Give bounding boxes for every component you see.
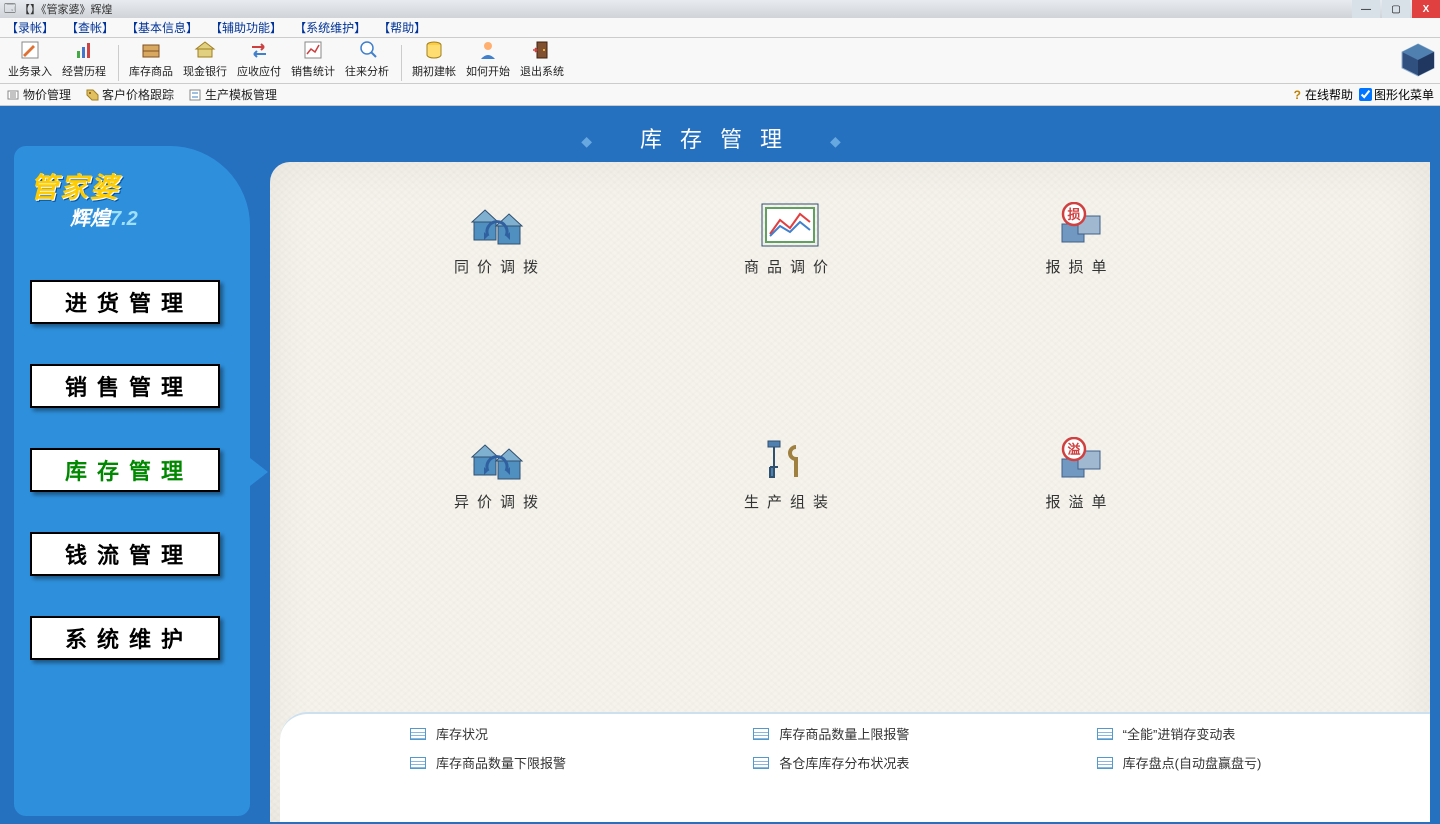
- table-icon: [1097, 728, 1113, 740]
- module-price-1[interactable]: 商品调价: [720, 202, 860, 277]
- menu-bar: 【录帐】【查帐】【基本信息】【辅助功能】【系统维护】【帮助】: [0, 18, 1440, 38]
- surplus-icon: [1049, 437, 1111, 483]
- doc-icon: [6, 88, 20, 102]
- nav-2[interactable]: 库存管理: [30, 448, 220, 492]
- table-icon: [410, 757, 426, 769]
- toolbar-exit[interactable]: 退出系统: [516, 37, 568, 81]
- nav-1[interactable]: 销售管理: [30, 364, 220, 408]
- table-icon: [753, 757, 769, 769]
- chart-icon: [302, 39, 324, 61]
- toolbar-bars[interactable]: 经营历程: [58, 37, 110, 81]
- logo-main: 管家婆: [30, 166, 240, 206]
- report-link-0[interactable]: 库存状况: [410, 724, 713, 743]
- menu-item-0[interactable]: 【录帐】: [6, 19, 54, 36]
- app-cube-icon: [1400, 42, 1436, 78]
- nav-0[interactable]: 进货管理: [30, 280, 220, 324]
- graphic-menu-toggle[interactable]: 图形化菜单: [1359, 86, 1434, 103]
- analysis-icon: [356, 39, 378, 61]
- nav-4[interactable]: 系统维护: [30, 616, 220, 660]
- toolbar-person[interactable]: 如何开始: [462, 37, 514, 81]
- window-title: 【】《管家婆》辉煌: [19, 1, 113, 17]
- report-link-1[interactable]: 库存商品数量上限报警: [753, 724, 1056, 743]
- toolbar-analysis[interactable]: 往来分析: [341, 37, 393, 81]
- toolbar-separator: [118, 45, 119, 81]
- toolbar-bank[interactable]: 现金银行: [179, 37, 231, 81]
- warehouse-icon: [469, 437, 531, 483]
- report-link-4[interactable]: 各仓库库存分布状况表: [753, 753, 1056, 772]
- sec-toolbar-0[interactable]: 物价管理: [6, 86, 71, 103]
- window-titlebar: 🗔 【】《管家婆》辉煌 — ▢ X: [0, 0, 1440, 18]
- menu-item-3[interactable]: 【辅助功能】: [210, 19, 282, 36]
- secondary-toolbar: 物价管理客户价格跟踪生产模板管理 ? 在线帮助 图形化菜单: [0, 84, 1440, 106]
- report-link-5[interactable]: 库存盘点(自动盘赢盘亏): [1097, 753, 1400, 772]
- bars-icon: [73, 39, 95, 61]
- table-icon: [410, 728, 426, 740]
- toolbar-account[interactable]: 期初建帐: [408, 37, 460, 81]
- table-icon: [753, 728, 769, 740]
- module-damage-2[interactable]: 报损单: [1010, 202, 1150, 277]
- menu-item-1[interactable]: 【查帐】: [66, 19, 114, 36]
- menu-item-4[interactable]: 【系统维护】: [294, 19, 366, 36]
- menu-item-5[interactable]: 【帮助】: [378, 19, 426, 36]
- menu-item-2[interactable]: 【基本信息】: [126, 19, 198, 36]
- main-panel: 同价调拨 商品调价 报损单异价调拨 生产组装 报溢单 库存状况 库存商品数量上限报警 “全能…: [270, 162, 1430, 822]
- sec-toolbar-1[interactable]: 客户价格跟踪: [85, 86, 174, 103]
- logo-sub: 辉煌7.2: [70, 202, 240, 231]
- graphic-menu-checkbox[interactable]: [1359, 88, 1372, 101]
- warehouse-icon: [469, 202, 531, 248]
- sidebar: 管家婆 辉煌7.2 进货管理销售管理库存管理钱流管理系统维护: [14, 146, 250, 816]
- table-icon: [1097, 757, 1113, 769]
- damage-icon: [1049, 202, 1111, 248]
- app-icon: 🗔: [4, 0, 19, 19]
- report-link-3[interactable]: 库存商品数量下限报警: [410, 753, 713, 772]
- report-link-2[interactable]: “全能”进销存变动表: [1097, 724, 1400, 743]
- module-tools-4[interactable]: 生产组装: [720, 437, 860, 512]
- logo: 管家婆 辉煌7.2: [14, 146, 250, 266]
- box-icon: [140, 39, 162, 61]
- template-icon: [188, 88, 202, 102]
- maximize-button[interactable]: ▢: [1382, 0, 1410, 18]
- online-help-link[interactable]: 在线帮助: [1305, 86, 1353, 103]
- exit-icon: [531, 39, 553, 61]
- module-surplus-5[interactable]: 报溢单: [1010, 437, 1150, 512]
- person-icon: [477, 39, 499, 61]
- module-warehouse-0[interactable]: 同价调拨: [430, 202, 570, 277]
- bank-icon: [194, 39, 216, 61]
- toolbar-exchange[interactable]: 应收应付: [233, 37, 285, 81]
- nav-3[interactable]: 钱流管理: [30, 532, 220, 576]
- reports-panel: 库存状况 库存商品数量上限报警 “全能”进销存变动表库存商品数量下限报警 各仓库库存分…: [280, 712, 1430, 822]
- content-frame: 库存管理 管家婆 辉煌7.2 进货管理销售管理库存管理钱流管理系统维护 同价调拨…: [0, 106, 1440, 824]
- sec-toolbar-2[interactable]: 生产模板管理: [188, 86, 277, 103]
- toolbar-chart[interactable]: 销售统计: [287, 37, 339, 81]
- price-icon: [759, 202, 821, 248]
- toolbar-box[interactable]: 库存商品: [125, 37, 177, 81]
- exchange-icon: [248, 39, 270, 61]
- close-button[interactable]: X: [1412, 0, 1440, 18]
- page-title: 库存管理: [0, 122, 1440, 154]
- toolbar-edit[interactable]: 业务录入: [4, 37, 56, 81]
- edit-icon: [19, 39, 41, 61]
- help-icon[interactable]: ?: [1294, 88, 1301, 102]
- tools-icon: [759, 437, 821, 483]
- main-toolbar: 业务录入经营历程库存商品现金银行应收应付销售统计往来分析期初建帐如何开始退出系统: [0, 38, 1440, 84]
- tag-icon: [85, 88, 99, 102]
- account-icon: [423, 39, 445, 61]
- toolbar-separator: [401, 45, 402, 81]
- module-warehouse-3[interactable]: 异价调拨: [430, 437, 570, 512]
- minimize-button[interactable]: —: [1352, 0, 1380, 18]
